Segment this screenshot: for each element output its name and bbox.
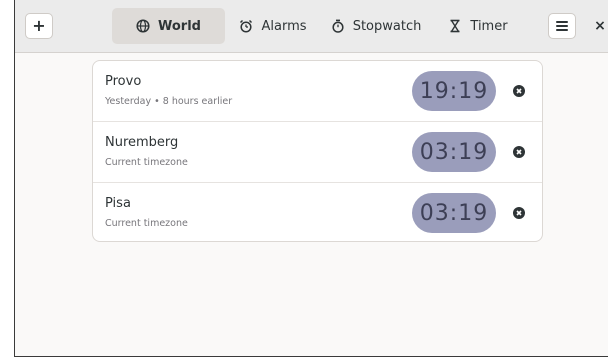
clock-time: 03:19	[412, 132, 496, 172]
hamburger-menu-icon	[556, 21, 568, 31]
remove-clock-button[interactable]	[513, 207, 525, 219]
tab-timer[interactable]: Timer	[431, 8, 525, 44]
tab-stopwatch-label: Stopwatch	[352, 18, 422, 34]
city-name: Provo	[105, 74, 142, 89]
timezone-description: Current timezone	[105, 157, 188, 168]
close-icon	[516, 149, 522, 155]
tab-timer-label: Timer	[470, 18, 508, 34]
view-switcher: World Alarms Stopwatch Timer	[112, 8, 525, 44]
stopwatch-icon	[331, 19, 345, 33]
close-icon	[516, 210, 522, 216]
list-item[interactable]: Nuremberg Current timezone 03:19	[93, 122, 542, 183]
city-name: Pisa	[105, 196, 131, 211]
hourglass-icon	[448, 19, 462, 33]
app-window: + World Alarms Stopwatch Timer × Provo Y…	[14, 0, 608, 357]
add-clock-button[interactable]: +	[25, 13, 53, 39]
main-menu-button[interactable]	[548, 13, 576, 39]
timezone-description: Yesterday • 8 hours earlier	[105, 96, 233, 107]
globe-icon	[136, 19, 150, 33]
remove-clock-button[interactable]	[513, 146, 525, 158]
plus-icon: +	[32, 16, 46, 35]
tab-stopwatch[interactable]: Stopwatch	[321, 8, 431, 44]
close-icon: ×	[594, 18, 606, 34]
tab-world[interactable]: World	[112, 8, 225, 44]
clock-time: 03:19	[412, 193, 496, 233]
city-name: Nuremberg	[105, 135, 179, 150]
close-button[interactable]: ×	[592, 16, 608, 36]
header-bar: + World Alarms Stopwatch Timer ×	[15, 0, 608, 53]
tab-alarms-label: Alarms	[261, 18, 307, 34]
alarm-clock-icon	[239, 19, 253, 33]
world-clock-list: Provo Yesterday • 8 hours earlier 19:19 …	[92, 60, 543, 242]
clock-time: 19:19	[412, 71, 496, 111]
remove-clock-button[interactable]	[513, 85, 525, 97]
tab-world-label: World	[158, 18, 201, 34]
tab-alarms[interactable]: Alarms	[225, 8, 321, 44]
list-item[interactable]: Pisa Current timezone 03:19	[93, 183, 542, 241]
list-item[interactable]: Provo Yesterday • 8 hours earlier 19:19	[93, 61, 542, 122]
close-icon	[516, 88, 522, 94]
timezone-description: Current timezone	[105, 218, 188, 229]
